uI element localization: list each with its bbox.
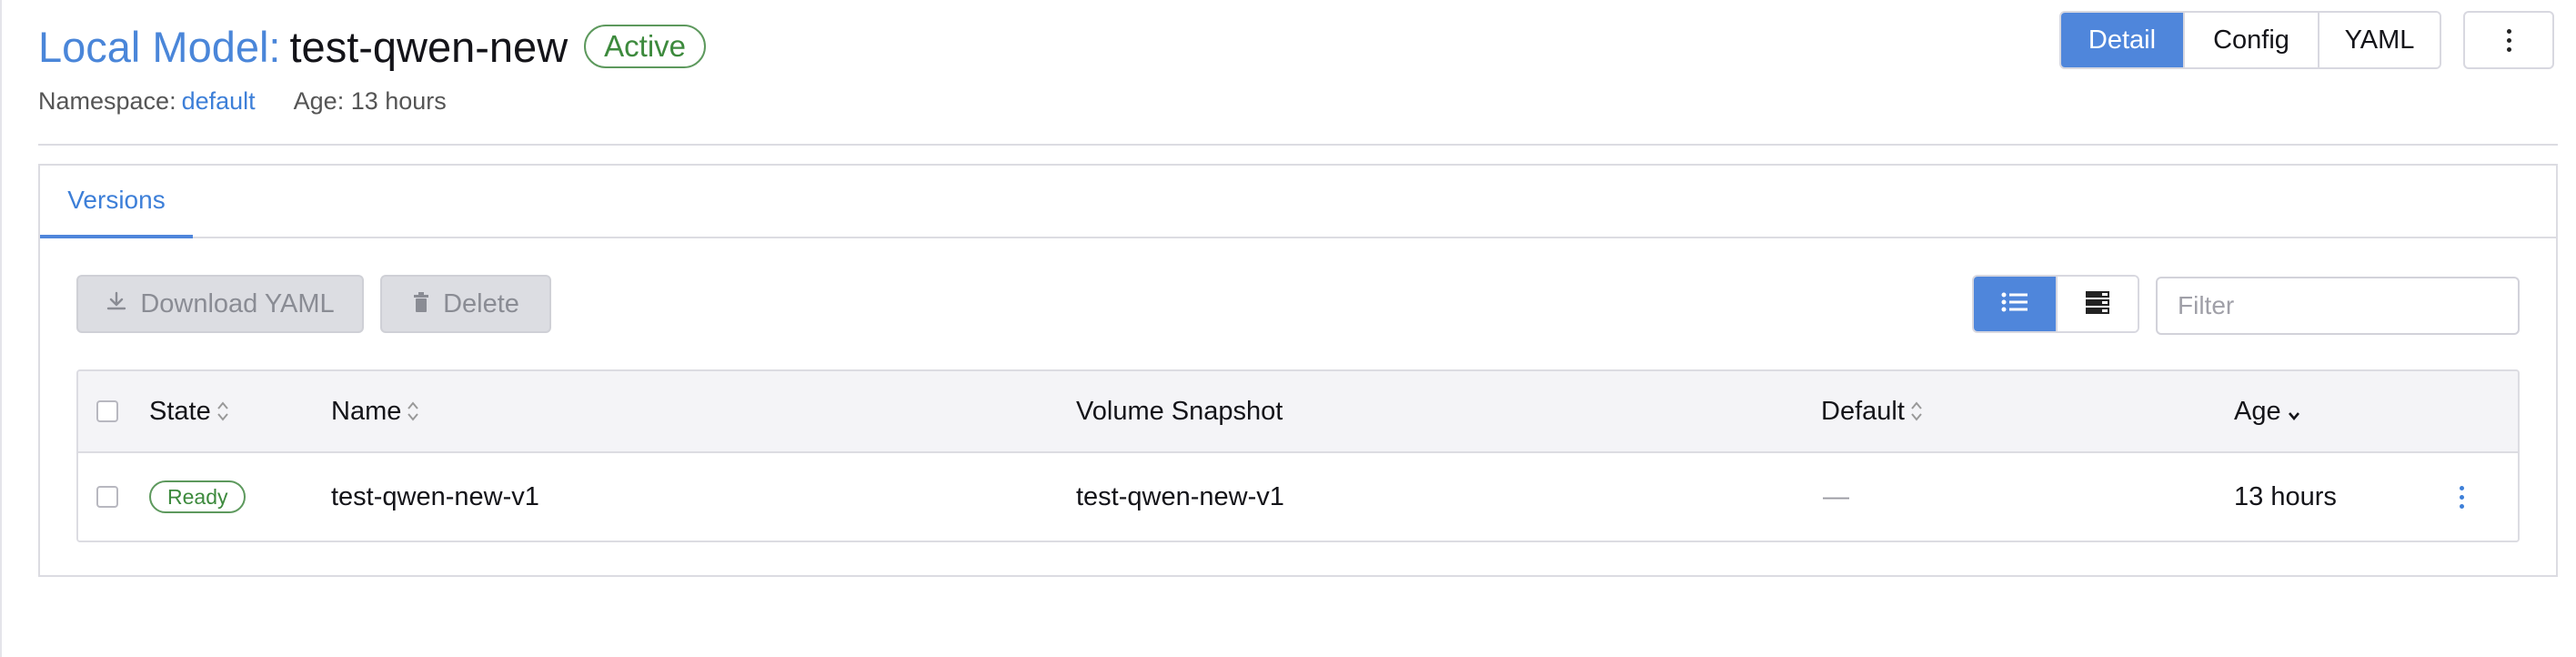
column-header-age-label: Age (2234, 396, 2281, 426)
delete-button[interactable]: Delete (380, 275, 551, 333)
more-vertical-icon (2459, 485, 2464, 509)
column-header-default-label: Default (1821, 396, 1905, 426)
state-cell: Ready (149, 453, 247, 541)
table-row: Ready test-qwen-new-v1 test-qwen-new-v1 … (78, 453, 2518, 541)
list-view-icon (2001, 291, 2028, 318)
status-badge: Active (584, 25, 707, 68)
download-yaml-button[interactable]: Download YAML (76, 275, 364, 333)
versions-table: State Name Volume Snapshot Default Age R… (76, 369, 2520, 542)
filter-input[interactable] (2156, 277, 2520, 335)
state-badge: Ready (149, 480, 247, 513)
page: Local Model: test-qwen-new Active Namesp… (0, 0, 2576, 657)
delete-label: Delete (443, 288, 519, 318)
resource-name: test-qwen-new (289, 22, 569, 71)
resource-kind-label: Local Model: (38, 22, 281, 71)
tab-bar: Versions (40, 166, 2556, 238)
sort-icon (1910, 399, 1923, 423)
grid-view-icon (2085, 289, 2110, 319)
yaml-view-button[interactable]: YAML (2318, 13, 2440, 67)
column-header-state[interactable]: State (149, 371, 229, 451)
column-header-name[interactable]: Name (331, 371, 419, 451)
sort-icon (216, 399, 229, 423)
download-icon (106, 289, 127, 319)
column-header-age[interactable]: Age (2234, 371, 2301, 451)
age-cell: 13 hours (2234, 481, 2337, 511)
page-title: Local Model: test-qwen-new Active (38, 20, 707, 73)
name-cell: test-qwen-new-v1 (331, 481, 539, 511)
namespace-link[interactable]: default (182, 87, 256, 116)
more-actions-button[interactable] (2463, 11, 2554, 69)
header-divider (38, 144, 2558, 146)
select-all-cell (96, 371, 118, 451)
sort-desc-icon (2287, 399, 2301, 423)
column-header-state-label: State (149, 396, 211, 426)
row-actions-button[interactable] (2443, 453, 2480, 541)
config-view-button[interactable]: Config (2183, 13, 2318, 67)
sort-icon (407, 399, 419, 423)
column-header-name-label: Name (331, 396, 402, 426)
list-view-button[interactable] (1974, 277, 2056, 331)
row-select-cell (96, 453, 118, 541)
namespace-label: Namespace: (38, 87, 176, 115)
download-yaml-label: Download YAML (140, 288, 335, 318)
resource-meta: Namespace: default Age: 13 hours (38, 87, 447, 116)
table-header: State Name Volume Snapshot Default Age (78, 371, 2518, 453)
versions-panel: Versions Download YAML Delete Filter Sta… (38, 164, 2558, 577)
view-mode-toggle (1972, 275, 2139, 333)
trash-icon (412, 289, 430, 319)
volume-snapshot-cell: test-qwen-new-v1 (1076, 481, 1284, 511)
default-cell: — (1823, 481, 1849, 511)
tab-versions[interactable]: Versions (40, 166, 193, 238)
view-switch: Detail Config YAML (2059, 11, 2441, 69)
column-header-volume-snapshot: Volume Snapshot (1076, 396, 1283, 426)
more-vertical-icon (2506, 28, 2511, 52)
select-all-checkbox[interactable] (96, 400, 118, 422)
row-checkbox[interactable] (96, 486, 118, 508)
age-text: Age: 13 hours (293, 87, 447, 115)
detail-view-button[interactable]: Detail (2061, 13, 2183, 67)
column-header-default[interactable]: Default (1821, 371, 1923, 451)
grid-view-button[interactable] (2056, 277, 2138, 331)
